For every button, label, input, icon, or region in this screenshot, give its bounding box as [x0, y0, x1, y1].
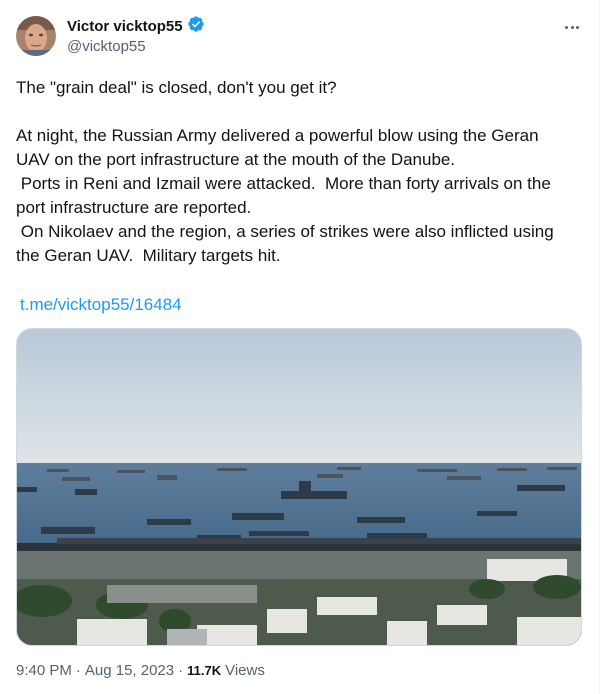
tweet-text-body: At night, the Russian Army delivered a p… — [16, 126, 554, 265]
views-count: 11.7K — [187, 663, 222, 678]
tweet-date[interactable]: Aug 15, 2023 — [85, 662, 174, 679]
tweet-body: The "grain deal" is closed, don't you ge… — [16, 76, 576, 268]
verified-badge-icon — [187, 15, 205, 38]
author-name-row: Victor vicktop55 — [67, 15, 205, 38]
tweet-text-line1: The "grain deal" is closed, don't you ge… — [16, 78, 337, 97]
views-label: Views — [225, 662, 265, 679]
author-handle[interactable]: @vicktop55 — [67, 38, 146, 55]
tweet-time[interactable]: 9:40 PM — [16, 662, 72, 679]
tweet-card: Victor vicktop55 @vicktop55 The "grain d… — [0, 0, 600, 694]
tweet-meta: 9:40 PM · Aug 15, 2023 · 11.7K Views — [16, 662, 265, 679]
avatar[interactable] — [16, 16, 56, 56]
meta-separator: · — [75, 662, 81, 679]
tweet-link[interactable]: t.me/vicktop55/16484 — [20, 293, 182, 317]
meta-separator: · — [178, 662, 184, 679]
tweet-media-photo[interactable] — [16, 328, 582, 646]
author-display-name[interactable]: Victor vicktop55 — [67, 18, 183, 35]
more-options-icon[interactable] — [561, 17, 583, 37]
